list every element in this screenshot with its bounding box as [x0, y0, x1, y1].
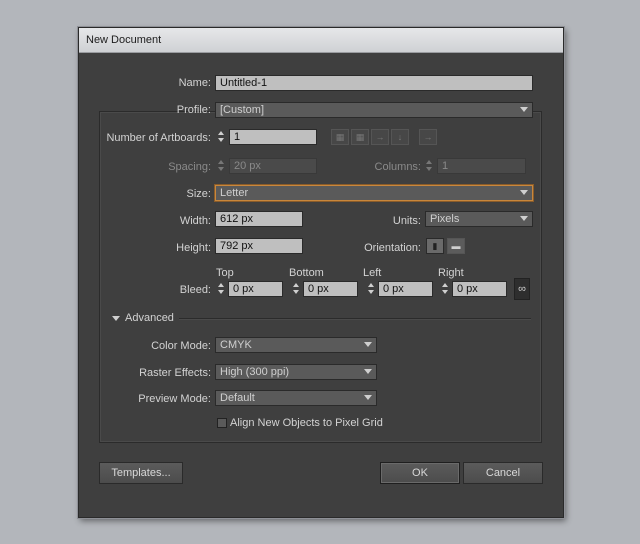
- name-label: Name:: [178, 77, 211, 89]
- dialog-title: New Document: [86, 34, 162, 46]
- bleed-top-label: Top: [216, 267, 234, 279]
- stepper-up-icon[interactable]: [368, 283, 374, 287]
- advanced-divider: [179, 318, 531, 320]
- stepper-down-icon[interactable]: [426, 167, 432, 171]
- width-field[interactable]: 612 px: [215, 211, 303, 227]
- artboards-stepper[interactable]: [216, 129, 227, 145]
- link-icon[interactable]: ∞: [514, 278, 530, 300]
- orientation-label: Orientation:: [364, 242, 421, 254]
- arrange-by-row-icon[interactable]: →: [371, 129, 389, 145]
- bleed-left-label: Left: [363, 267, 382, 279]
- chevron-down-icon: [364, 342, 372, 347]
- ok-button[interactable]: OK: [380, 462, 460, 484]
- landscape-icon[interactable]: ▬: [447, 238, 465, 254]
- cancel-button[interactable]: Cancel: [463, 462, 543, 484]
- chevron-down-icon: [520, 190, 528, 195]
- bleed-right-stepper[interactable]: [440, 281, 451, 297]
- columns-stepper[interactable]: [424, 158, 435, 174]
- chevron-down-icon[interactable]: [112, 316, 120, 321]
- bleed-bottom-field[interactable]: 0 px: [303, 281, 358, 297]
- stepper-down-icon[interactable]: [368, 290, 374, 294]
- profile-value: [Custom]: [220, 104, 265, 116]
- chevron-down-icon: [364, 369, 372, 374]
- align-pixel-grid-checkbox[interactable]: [217, 418, 227, 428]
- columns-label: Columns:: [374, 161, 421, 173]
- stepper-up-icon[interactable]: [293, 283, 299, 287]
- chevron-down-icon: [364, 395, 372, 400]
- profile-select[interactable]: [Custom]: [215, 102, 533, 118]
- align-pixel-grid-label[interactable]: Align New Objects to Pixel Grid: [230, 417, 383, 429]
- preview-mode-select[interactable]: Default: [215, 390, 377, 406]
- stepper-up-icon[interactable]: [442, 283, 448, 287]
- name-field[interactable]: Untitled-1: [215, 75, 533, 91]
- artboards-field[interactable]: 1: [229, 129, 317, 145]
- right-to-left-icon[interactable]: →: [419, 129, 437, 145]
- stepper-down-icon[interactable]: [293, 290, 299, 294]
- bleed-left-stepper[interactable]: [366, 281, 377, 297]
- stepper-down-icon[interactable]: [218, 167, 224, 171]
- bleed-label: Bleed:: [179, 284, 211, 296]
- new-document-dialog: New Document Name: Untitled-1 Profile: […: [78, 27, 564, 518]
- raster-effects-label: Raster Effects:: [139, 367, 211, 379]
- units-label: Units:: [392, 215, 421, 227]
- width-label: Width:: [179, 215, 211, 227]
- bleed-right-field[interactable]: 0 px: [452, 281, 507, 297]
- bleed-left-field[interactable]: 0 px: [378, 281, 433, 297]
- raster-effects-value: High (300 ppi): [220, 366, 290, 378]
- raster-effects-select[interactable]: High (300 ppi): [215, 364, 377, 380]
- arrange-by-column-icon[interactable]: ↓: [391, 129, 409, 145]
- preview-mode-label: Preview Mode:: [138, 393, 211, 405]
- height-field[interactable]: 792 px: [215, 238, 303, 254]
- height-label: Height:: [176, 242, 211, 254]
- stepper-up-icon[interactable]: [218, 131, 224, 135]
- size-value: Letter: [220, 187, 249, 199]
- chevron-down-icon: [520, 107, 528, 112]
- spacing-stepper[interactable]: [216, 158, 227, 174]
- advanced-toggle[interactable]: Advanced: [125, 312, 174, 324]
- color-mode-select[interactable]: CMYK: [215, 337, 377, 353]
- bleed-bottom-label: Bottom: [289, 267, 324, 279]
- profile-label: Profile:: [176, 104, 211, 116]
- units-value: Pixels: [430, 213, 460, 225]
- portrait-icon[interactable]: ▮: [426, 238, 444, 254]
- stepper-up-icon[interactable]: [426, 160, 432, 164]
- spacing-label: Spacing:: [168, 161, 211, 173]
- bleed-top-stepper[interactable]: [216, 281, 227, 297]
- templates-button[interactable]: Templates...: [99, 462, 183, 484]
- grid-by-row-icon[interactable]: ▦: [331, 129, 349, 145]
- title-bar[interactable]: New Document: [79, 28, 563, 53]
- artboards-label: Number of Artboards:: [106, 132, 211, 144]
- bleed-bottom-stepper[interactable]: [291, 281, 302, 297]
- stepper-down-icon[interactable]: [442, 290, 448, 294]
- stepper-up-icon[interactable]: [218, 283, 224, 287]
- size-select[interactable]: Letter: [215, 185, 533, 201]
- color-mode-value: CMYK: [220, 339, 252, 351]
- stepper-down-icon[interactable]: [218, 290, 224, 294]
- color-mode-label: Color Mode:: [151, 340, 211, 352]
- bleed-right-label: Right: [438, 267, 464, 279]
- size-label: Size:: [186, 188, 211, 200]
- preview-mode-value: Default: [220, 392, 255, 404]
- grid-by-column-icon[interactable]: ▦: [351, 129, 369, 145]
- columns-field[interactable]: 1: [437, 158, 526, 174]
- stepper-up-icon[interactable]: [218, 160, 224, 164]
- chevron-down-icon: [520, 216, 528, 221]
- spacing-field[interactable]: 20 px: [229, 158, 317, 174]
- units-select[interactable]: Pixels: [425, 211, 533, 227]
- stepper-down-icon[interactable]: [218, 138, 224, 142]
- bleed-top-field[interactable]: 0 px: [228, 281, 283, 297]
